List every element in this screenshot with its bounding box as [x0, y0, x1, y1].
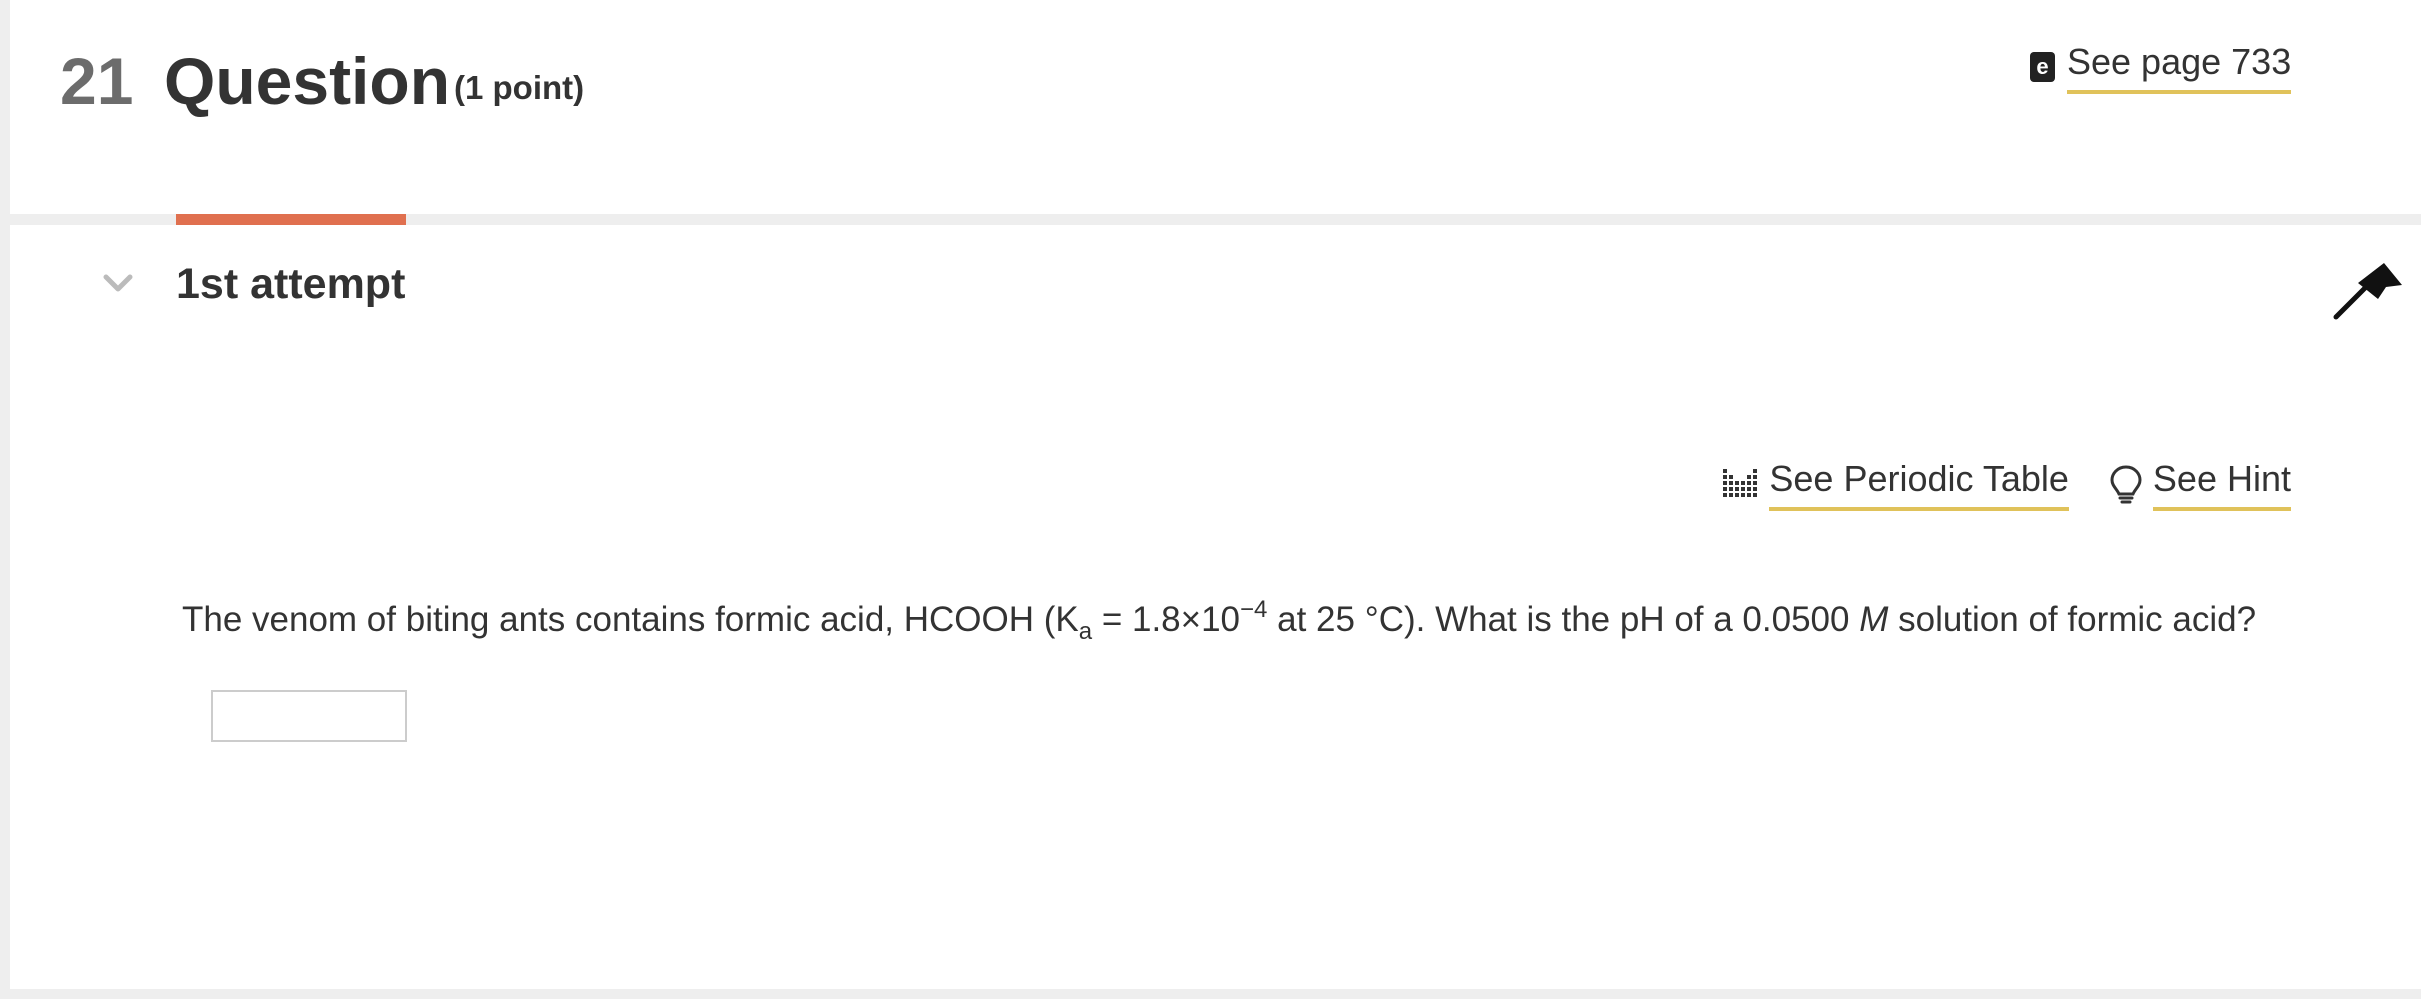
flag-icon[interactable] [2328, 255, 2408, 325]
prompt-part-1: The venom of biting ants contains formic… [182, 600, 1079, 639]
attempt-label: 1st attempt [176, 260, 406, 308]
prompt-part-3: at 25 °C). What is the pH of a 0.0500 [1267, 600, 1860, 639]
prompt-part-4: solution of formic acid? [1888, 600, 2257, 639]
question-points: (1 point) [454, 69, 585, 106]
periodic-table-icon [1723, 469, 1758, 497]
ebook-icon: e [2030, 52, 2055, 82]
prompt-part-2: = 1.8×10 [1092, 600, 1241, 639]
page: 21 Question (1 point) e See page 733 1st… [0, 0, 2421, 999]
chevron-down-icon[interactable] [98, 263, 138, 303]
question-header: 21 Question (1 point) e See page 733 [10, 0, 2421, 214]
question-number: 21 [60, 44, 134, 118]
lightbulb-icon [2110, 465, 2142, 504]
see-periodic-table-button[interactable]: See Periodic Table [1721, 457, 2069, 511]
question-prompt: The venom of biting ants contains formic… [182, 585, 2256, 657]
attempt-panel: 1st attempt See Periodic Table See Hint … [10, 225, 2421, 989]
question-tools: See Periodic Table See Hint [1721, 457, 2291, 511]
see-page-link[interactable]: e See page 733 [2030, 40, 2292, 94]
see-hint-button[interactable]: See Hint [2109, 457, 2291, 511]
see-periodic-table-label[interactable]: See Periodic Table [1769, 457, 2069, 511]
answer-input[interactable] [211, 690, 407, 742]
question-title: Question [164, 44, 451, 118]
ka-subscript: a [1078, 618, 1093, 645]
see-hint-label[interactable]: See Hint [2152, 457, 2291, 511]
attempt-tab-indicator [176, 214, 406, 225]
exponent: −4 [1240, 596, 1268, 623]
molarity-unit: M [1859, 600, 1889, 639]
see-page-label[interactable]: See page 733 [2067, 40, 2292, 94]
